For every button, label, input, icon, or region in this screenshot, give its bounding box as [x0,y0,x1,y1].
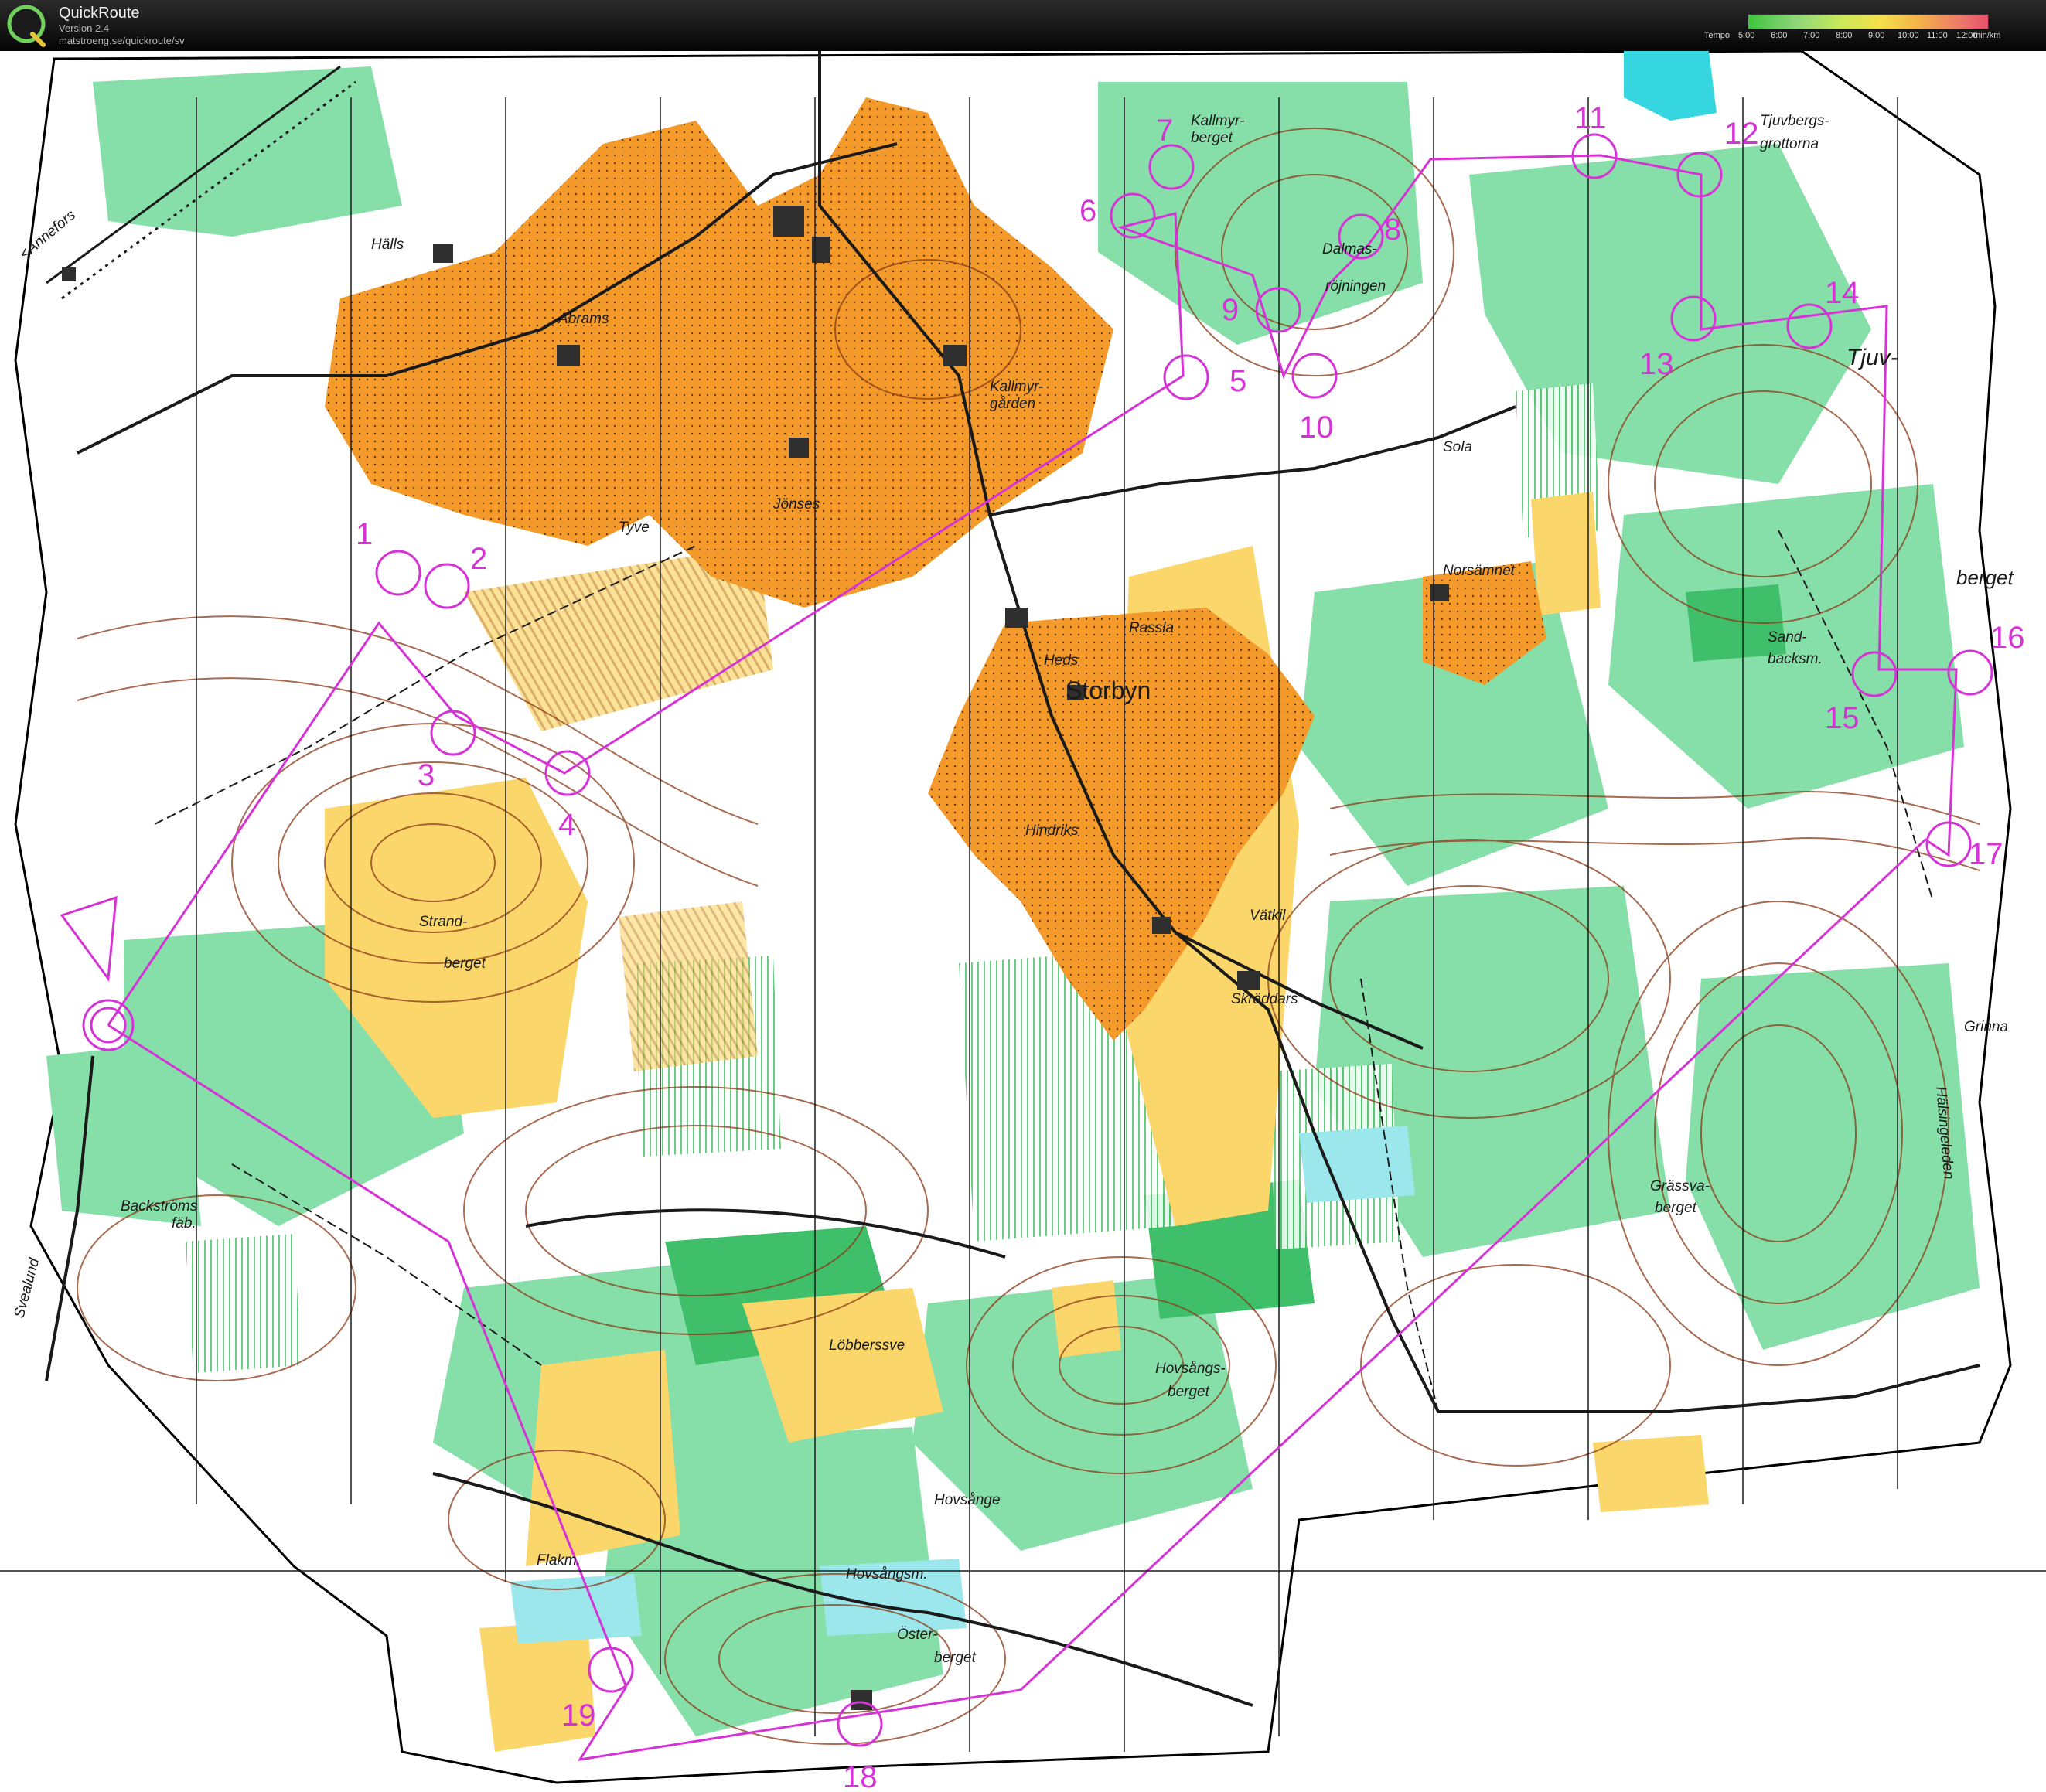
place-name: berget [1655,1200,1697,1216]
app-url[interactable]: matstroeng.se/quickroute/sv [59,35,185,46]
tempo-tick: 6:00 [1771,31,1788,40]
place-name: Skräddars [1231,991,1298,1007]
control-number: 10 [1299,411,1334,445]
place-name: Hovsånge [934,1492,1001,1508]
place-name: gården [990,396,1035,412]
place-name: Sola [1443,439,1472,455]
tempo-label: Tempo [1704,31,1731,40]
control-number: 13 [1639,347,1674,381]
tempo-tick: 7:00 [1803,31,1820,40]
place-name: fäb. [172,1215,196,1232]
tempo-color-bar [1748,14,1989,29]
tempo-tick: 11:00 [1927,31,1948,40]
place-name: Kallmyr- [1191,113,1244,129]
control-number: 16 [1990,621,2025,655]
place-name: Norsämnet [1443,563,1516,579]
control-number: 15 [1825,701,1860,735]
place-name: Jönses [772,496,820,513]
place-name: Hälls [371,237,404,253]
place-name: Svealund [12,1255,43,1320]
place-name: Abrams [558,311,609,327]
tempo-tick: 8:00 [1836,31,1853,40]
place-name: Tyve [619,520,650,536]
place-name: Hindriks [1025,823,1079,839]
control-number: 12 [1724,117,1759,151]
place-name: Heds [1044,652,1079,669]
place-name: Tjuv- [1847,345,1898,370]
app-version: Version 2.4 [59,22,110,34]
place-name: Sand- [1768,629,1807,646]
control-number: 18 [843,1760,878,1792]
place-name: Vätkil [1250,908,1286,924]
control-number: 19 [561,1698,596,1732]
place-name: Tjuvbergs- [1760,113,1829,129]
control-number: 14 [1825,276,1860,310]
control-number: 8 [1384,213,1401,247]
place-name: Löbberssve [829,1337,905,1354]
place-name: Rassla [1129,620,1174,636]
control-number: 1 [356,517,373,551]
place-name: berget [1956,566,2014,589]
control-number: 3 [418,758,435,792]
place-name: Backströms [121,1198,198,1215]
place-name: Storbyn [1066,676,1151,704]
place-name: berget [444,956,486,972]
place-name: Flakm. [537,1552,581,1569]
rough-open-striped [619,901,758,1071]
place-name: berget [1191,130,1233,146]
control-number: 2 [470,542,487,576]
tempo-legend: Tempo 5:00 6:00 7:00 8:00 9:00 10:00 11:… [1698,12,2007,43]
place-name: berget [1168,1384,1210,1400]
place-name: Strand- [419,914,467,930]
place-name: Hovsångsm. [846,1566,928,1582]
place-name: Öster- [897,1627,937,1643]
place-name: Kallmyr- [990,379,1043,395]
control-number: 4 [558,808,575,842]
tempo-unit: min/km [1973,31,2001,40]
place-name: berget [934,1650,977,1666]
control-number: 17 [1969,837,2003,871]
control-number: 5 [1229,364,1246,398]
place-name: grottorna [1760,136,1819,152]
control-number: 11 [1574,101,1607,135]
place-name: röjningen [1325,278,1386,295]
tempo-tick: 9:00 [1868,31,1885,40]
orienteering-map[interactable]: 1 2 3 4 5 6 7 8 9 10 11 12 13 14 15 16 1… [0,51,2046,1792]
place-name: Grinna [1964,1019,2008,1035]
place-name: backsm. [1768,651,1823,667]
title-bar: QuickRoute Version 2.4 matstroeng.se/qui… [0,0,2046,51]
quickroute-logo-icon [7,5,46,47]
place-name: Grässva- [1650,1178,1710,1194]
place-name: Dalmas- [1322,241,1377,257]
control-number: 9 [1222,293,1239,327]
tempo-tick: 10:00 [1898,31,1919,40]
control-number: 7 [1156,114,1173,148]
tempo-tick: 5:00 [1738,31,1755,40]
place-name: Hovsångs- [1155,1361,1226,1377]
app-name: QuickRoute [59,5,140,22]
control-number: 6 [1079,194,1096,228]
